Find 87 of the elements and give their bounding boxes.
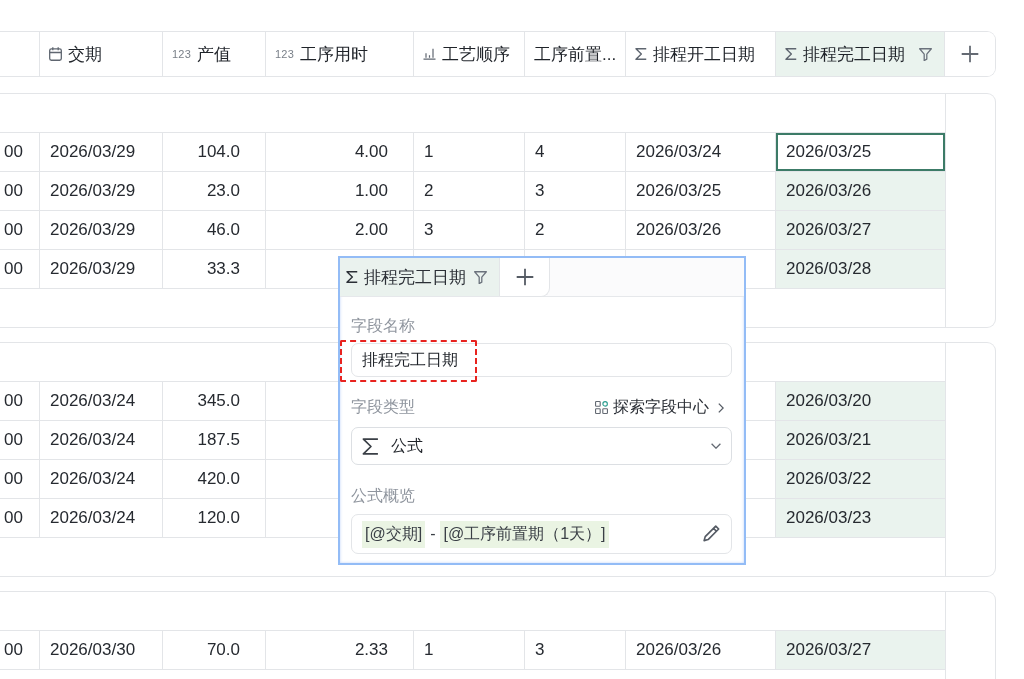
table-cell: 2026/03/27 bbox=[786, 640, 872, 660]
table-cell: 2 bbox=[424, 181, 434, 201]
table-cell: 2026/03/24 bbox=[636, 142, 722, 162]
sigma-icon bbox=[785, 48, 797, 60]
table-cell: 00 bbox=[4, 220, 23, 240]
table-cell: 70.0 bbox=[206, 640, 240, 660]
bar-chart-icon bbox=[423, 48, 436, 60]
table-cell: 00 bbox=[4, 469, 23, 489]
table-cell: 2026/03/26 bbox=[636, 640, 722, 660]
table-cell: 2026/03/25 bbox=[786, 142, 872, 162]
table-cell: 2026/03/24 bbox=[50, 391, 136, 411]
table-cell: 23.0 bbox=[206, 181, 240, 201]
table-cell: 2026/03/26 bbox=[786, 181, 872, 201]
table-cell: 00 bbox=[4, 142, 23, 162]
table-cell: 4 bbox=[535, 142, 545, 162]
number-type-label: 123 bbox=[275, 48, 294, 60]
table-cell: 2026/03/23 bbox=[786, 508, 872, 528]
field-label: 字段名称 bbox=[351, 316, 415, 336]
table-cell: 2026/03/29 bbox=[50, 220, 136, 240]
table-cell: 00 bbox=[4, 508, 23, 528]
table-cell: 2026/03/24 bbox=[50, 469, 136, 489]
table-cell: 187.5 bbox=[197, 430, 240, 450]
add-tab-button[interactable] bbox=[500, 258, 550, 297]
table-cell: 3 bbox=[535, 640, 545, 660]
filter-icon[interactable] bbox=[919, 47, 932, 61]
table-cell: 2 bbox=[535, 220, 545, 240]
table-cell: 2026/03/29 bbox=[50, 181, 136, 201]
calendar-icon bbox=[49, 47, 62, 61]
table-cell: 2.00 bbox=[354, 220, 388, 240]
table-cell: 2026/03/28 bbox=[786, 259, 872, 279]
column-title: 排程开工日期 bbox=[653, 43, 755, 66]
table-cell: 3 bbox=[424, 220, 434, 240]
sigma-icon bbox=[346, 271, 358, 283]
table-cell: 1.00 bbox=[354, 181, 388, 201]
table-cell: 2026/03/20 bbox=[786, 391, 872, 411]
column-title: 工序前置... bbox=[534, 43, 617, 66]
table-cell: 2026/03/24 bbox=[50, 430, 136, 450]
table-cell: 2026/03/21 bbox=[786, 430, 872, 450]
plus-icon bbox=[515, 268, 534, 286]
table-cell: 00 bbox=[4, 430, 23, 450]
formula-token: [@工序前置期（1天）] bbox=[440, 520, 609, 548]
pencil-icon[interactable] bbox=[703, 525, 721, 543]
field-name-input[interactable]: 排程完工日期 bbox=[351, 343, 732, 377]
column-title: 工序用时 bbox=[299, 43, 368, 66]
table-cell: 00 bbox=[4, 259, 23, 279]
formula-preview-field[interactable]: [@交期] - [@工序前置期（1天）] bbox=[351, 514, 732, 554]
table-cell: 1 bbox=[424, 142, 434, 162]
table-cell: 1 bbox=[424, 640, 434, 660]
sigma-icon bbox=[635, 48, 647, 60]
table-cell: 33.3 bbox=[206, 259, 240, 279]
chevron-right-icon bbox=[718, 402, 724, 413]
table-cell: 420.0 bbox=[197, 469, 240, 489]
table-cell: 4.00 bbox=[354, 142, 388, 162]
table-cell: 2026/03/27 bbox=[786, 220, 872, 240]
formula-operator: - bbox=[430, 525, 436, 543]
explore-field-center-link[interactable]: 探索字段中心 bbox=[595, 397, 724, 418]
table-cell: 46.0 bbox=[206, 220, 240, 240]
table-cell: 2026/03/30 bbox=[50, 640, 136, 660]
sigma-icon bbox=[362, 437, 379, 455]
field-label: 公式概览 bbox=[351, 486, 415, 506]
table-cell: 2026/03/22 bbox=[786, 469, 872, 489]
column-title: 交期 bbox=[68, 43, 102, 66]
table-cell: 00 bbox=[4, 391, 23, 411]
number-type-label: 123 bbox=[172, 48, 191, 60]
table-cell: 2026/03/25 bbox=[636, 181, 722, 201]
column-header[interactable]: 排程完工日期 bbox=[776, 32, 945, 76]
field-tab[interactable]: 排程完工日期 bbox=[340, 258, 500, 296]
table-cell: 2026/03/26 bbox=[636, 220, 722, 240]
table-cell: 2026/03/29 bbox=[50, 259, 136, 279]
chevron-down-icon bbox=[711, 443, 721, 449]
field-type-select[interactable]: 公式 bbox=[351, 427, 732, 465]
table-cell: 00 bbox=[4, 640, 23, 660]
column-title: 产值 bbox=[196, 43, 231, 66]
plus-icon bbox=[961, 45, 979, 63]
table-cell: 2026/03/24 bbox=[50, 508, 136, 528]
table-cell: 3 bbox=[535, 181, 545, 201]
table-cell: 2.33 bbox=[354, 640, 388, 660]
field-label: 字段类型 bbox=[351, 397, 415, 417]
column-title: 工艺顺序 bbox=[442, 43, 510, 66]
table-cell: 2026/03/29 bbox=[50, 142, 136, 162]
table-cell: 120.0 bbox=[197, 508, 240, 528]
column-title: 排程完工日期 bbox=[803, 43, 905, 66]
table-cell: 104.0 bbox=[197, 142, 240, 162]
formula-token: [@交期] bbox=[362, 520, 426, 548]
table-cell: 345.0 bbox=[197, 391, 240, 411]
grid-icon bbox=[595, 401, 608, 414]
table-cell: 00 bbox=[4, 181, 23, 201]
